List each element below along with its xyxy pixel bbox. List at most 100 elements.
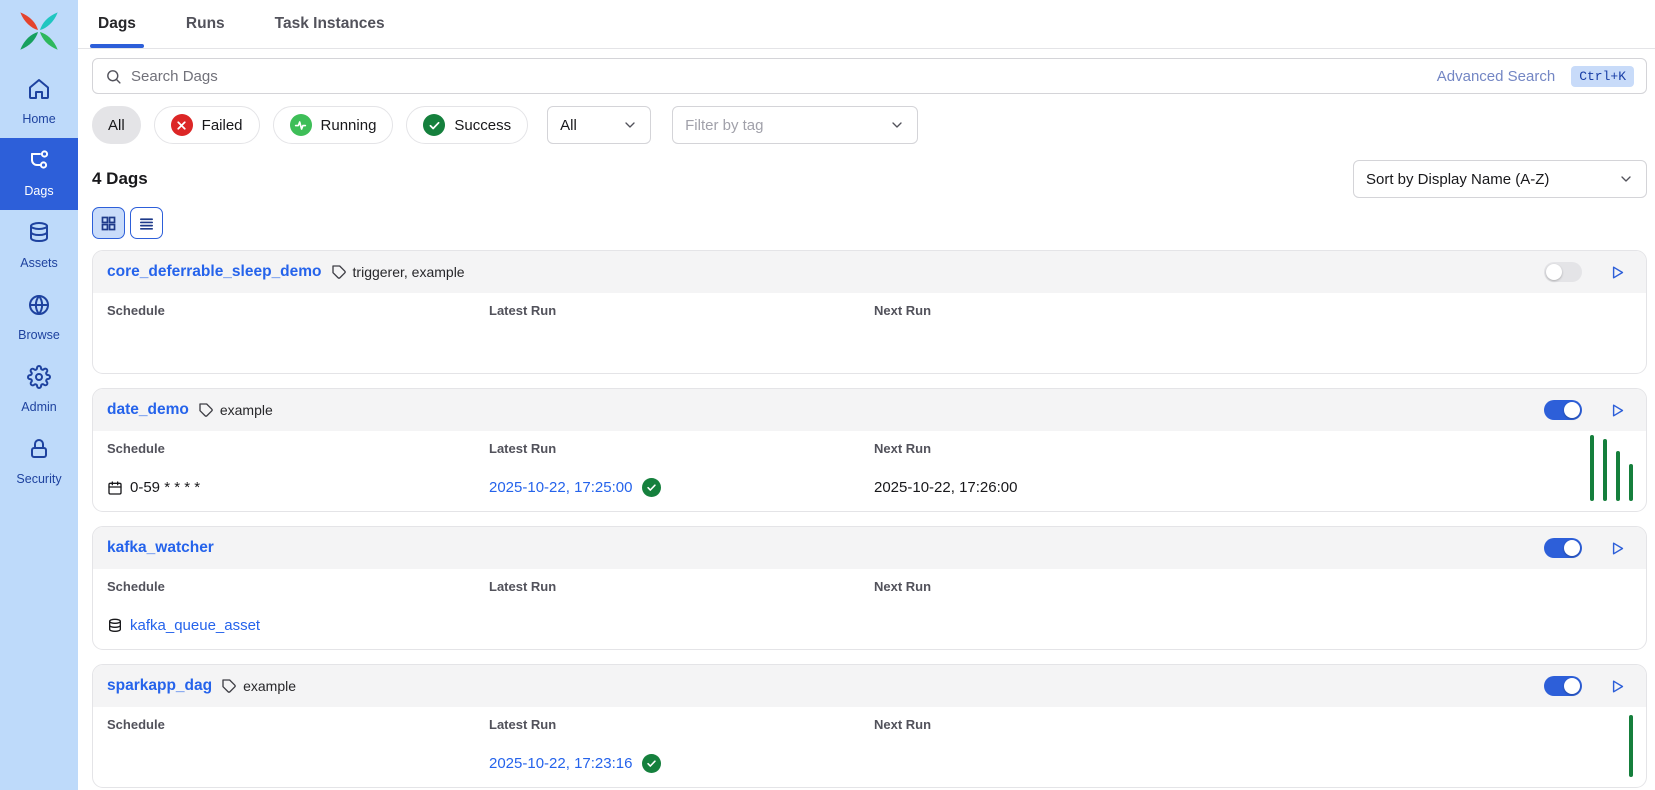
- gear-icon: [27, 365, 51, 394]
- latest-run-column: Latest Run 2025-10-22, 17:23:16: [489, 717, 874, 774]
- schedule-text[interactable]: 0-59 * * * *: [130, 479, 200, 496]
- advanced-search-link[interactable]: Advanced Search: [1437, 68, 1555, 85]
- latest-run-link[interactable]: 2025-10-22, 17:23:16: [489, 755, 632, 772]
- run-bar[interactable]: [1590, 435, 1594, 501]
- shortcut-kbd: Ctrl+K: [1571, 66, 1634, 87]
- tag-icon: [198, 402, 214, 418]
- schedule-column-label: Schedule: [107, 717, 489, 732]
- pause-toggle[interactable]: [1544, 538, 1582, 558]
- search-icon: [105, 68, 122, 85]
- pause-toggle[interactable]: [1544, 676, 1582, 696]
- filter-pill-success[interactable]: Success: [406, 106, 528, 144]
- tab-dags[interactable]: Dags: [92, 0, 142, 48]
- latest-run-value: 2025-10-22, 17:23:16: [489, 753, 874, 774]
- table-view-button[interactable]: [130, 207, 163, 239]
- pill-label: All: [108, 117, 125, 134]
- schedule-column-label: Schedule: [107, 579, 489, 594]
- dag-card-actions: [1544, 676, 1632, 696]
- search-bar: Advanced Search Ctrl+K: [92, 58, 1647, 94]
- sidebar-item-assets[interactable]: Assets: [0, 210, 78, 282]
- latest-run-value: [489, 339, 874, 360]
- run-bars: [1590, 435, 1633, 501]
- schedule-column: Schedule: [107, 717, 489, 774]
- paused-filter-select[interactable]: All: [547, 106, 651, 144]
- latest-run-link[interactable]: 2025-10-22, 17:25:00: [489, 479, 632, 496]
- schedule-column-label: Schedule: [107, 303, 489, 318]
- trigger-dag-button[interactable]: [1609, 402, 1626, 419]
- card-view-button[interactable]: [92, 207, 125, 239]
- schedule-column: Schedule: [107, 303, 489, 360]
- next-run-column-label: Next Run: [874, 717, 1632, 732]
- run-bar[interactable]: [1616, 451, 1620, 501]
- dag-card-actions: [1544, 400, 1632, 420]
- lock-icon: [27, 437, 51, 466]
- dag-name-link[interactable]: date_demo: [107, 401, 189, 419]
- sidebar-item-label: Assets: [20, 256, 58, 270]
- schedule-column: Schedule 0-59 * * * *: [107, 441, 489, 498]
- trigger-dag-button[interactable]: [1609, 540, 1626, 557]
- summary-row: 4 Dags Sort by Display Name (A-Z): [92, 160, 1647, 198]
- list-icon: [138, 215, 155, 232]
- dag-name-link[interactable]: kafka_watcher: [107, 539, 214, 557]
- pause-toggle[interactable]: [1544, 400, 1582, 420]
- latest-run-column-label: Latest Run: [489, 717, 874, 732]
- next-run-column-label: Next Run: [874, 579, 1632, 594]
- schedule-value: kafka_queue_asset: [107, 615, 489, 636]
- play-icon: [1609, 540, 1626, 557]
- schedule-column-label: Schedule: [107, 441, 489, 456]
- dag-list: core_deferrable_sleep_demo triggerer, ex…: [92, 250, 1647, 788]
- search-dags-input[interactable]: [131, 68, 1437, 85]
- dag-count-heading: 4 Dags: [92, 169, 148, 189]
- filter-pill-failed[interactable]: Failed: [154, 106, 260, 144]
- dag-card-actions: [1544, 538, 1632, 558]
- dag-card: core_deferrable_sleep_demo triggerer, ex…: [92, 250, 1647, 374]
- tab-bar: Dags Runs Task Instances: [78, 0, 1655, 49]
- sidebar-item-label: Home: [22, 112, 55, 126]
- latest-run-column-label: Latest Run: [489, 303, 874, 318]
- latest-run-value: 2025-10-22, 17:25:00: [489, 477, 874, 498]
- globe-icon: [27, 293, 51, 322]
- dag-card-header: kafka_watcher: [93, 527, 1646, 569]
- sidebar-item-dags[interactable]: Dags: [0, 138, 78, 210]
- dag-tags: triggerer, example: [331, 264, 465, 280]
- dag-name-link[interactable]: core_deferrable_sleep_demo: [107, 263, 322, 281]
- next-run-text: 2025-10-22, 17:26:00: [874, 479, 1017, 496]
- sidebar-item-label: Admin: [21, 400, 56, 414]
- pause-toggle[interactable]: [1544, 262, 1582, 282]
- dag-card-header: date_demo example: [93, 389, 1646, 431]
- next-run-value: [874, 339, 1632, 360]
- sort-select[interactable]: Sort by Display Name (A-Z): [1353, 160, 1647, 198]
- next-run-value: 2025-10-22, 17:26:00: [874, 477, 1632, 498]
- dag-card-header: sparkapp_dag example: [93, 665, 1646, 707]
- dag-card-body: Schedule Latest Run Next Run: [93, 293, 1646, 373]
- sidebar-item-home[interactable]: Home: [0, 66, 78, 138]
- sidebar-item-security[interactable]: Security: [0, 426, 78, 498]
- main-area: Dags Runs Task Instances Advanced Search…: [78, 0, 1655, 790]
- sidebar-item-admin[interactable]: Admin: [0, 354, 78, 426]
- tab-runs[interactable]: Runs: [180, 0, 231, 48]
- dag-card-header: core_deferrable_sleep_demo triggerer, ex…: [93, 251, 1646, 293]
- tab-task-instances[interactable]: Task Instances: [269, 0, 391, 48]
- latest-run-column-label: Latest Run: [489, 441, 874, 456]
- sidebar-item-browse[interactable]: Browse: [0, 282, 78, 354]
- sidebar-item-label: Dags: [24, 184, 53, 198]
- filter-pill-running[interactable]: Running: [273, 106, 394, 144]
- schedule-value: [107, 339, 489, 360]
- run-bar[interactable]: [1629, 715, 1633, 777]
- tag-filter-select[interactable]: Filter by tag: [672, 106, 918, 144]
- grid-icon: [100, 215, 117, 232]
- run-bar[interactable]: [1603, 439, 1607, 501]
- latest-run-column: Latest Run 2025-10-22, 17:25:00: [489, 441, 874, 498]
- schedule-text[interactable]: kafka_queue_asset: [130, 617, 260, 634]
- pill-label: Success: [454, 117, 511, 134]
- chevron-down-icon: [1618, 171, 1634, 187]
- toggle-knob: [1564, 678, 1580, 694]
- filter-pill-all[interactable]: All: [92, 106, 141, 144]
- sidebar: Home Dags Assets: [0, 0, 78, 790]
- run-bar[interactable]: [1629, 464, 1633, 501]
- dag-card-body: Schedule 0-59 * * * * Latest Run 2025-10…: [93, 431, 1646, 511]
- dag-name-link[interactable]: sparkapp_dag: [107, 677, 212, 695]
- trigger-dag-button[interactable]: [1609, 264, 1626, 281]
- dag-card-body: Schedule Latest Run 2025-10-22, 17:23:16…: [93, 707, 1646, 787]
- trigger-dag-button[interactable]: [1609, 678, 1626, 695]
